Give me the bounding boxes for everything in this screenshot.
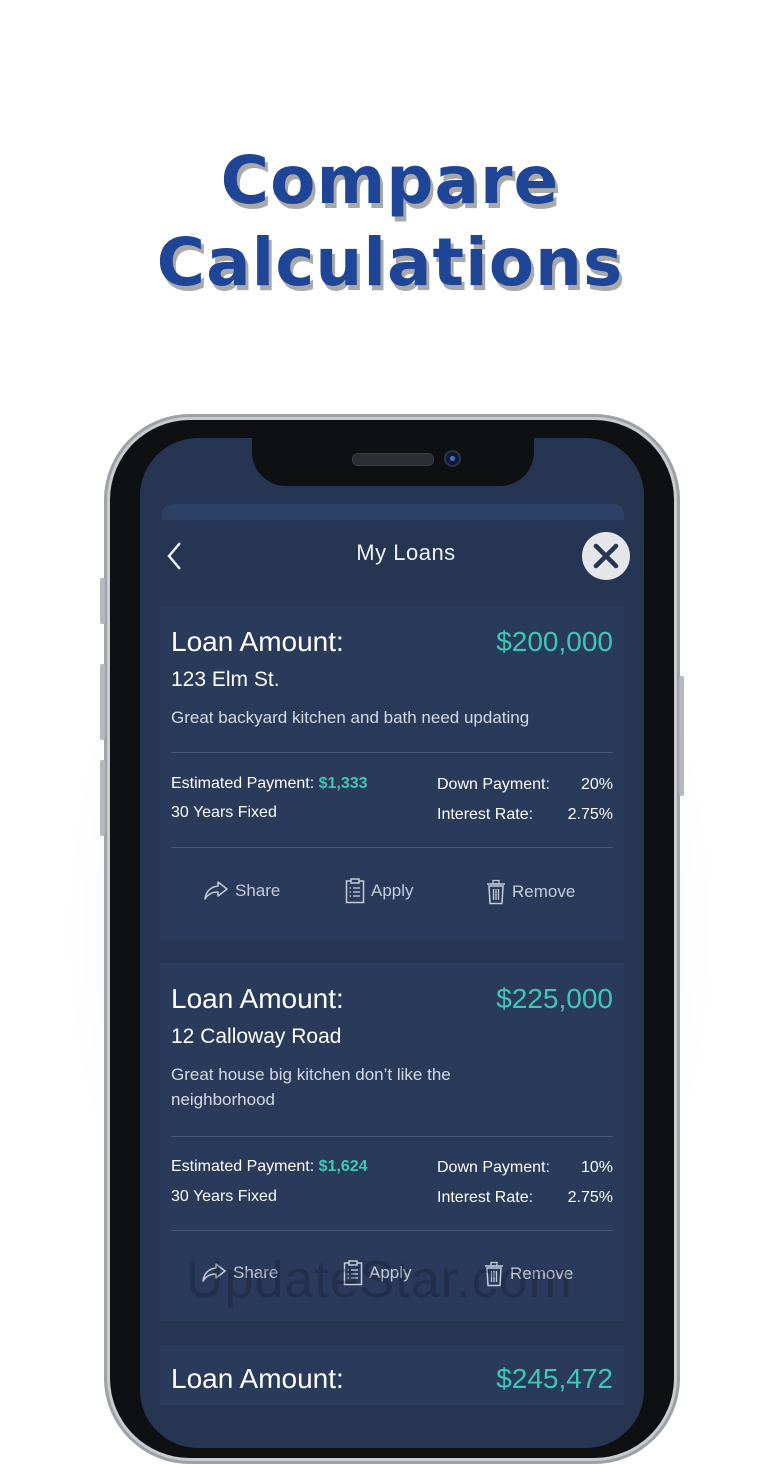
divider [171, 1136, 613, 1137]
interest-rate-label: Interest Rate: [437, 806, 534, 823]
loan-address: 123 Elm St. [171, 668, 280, 691]
loan-card[interactable]: Loan Amount: $245,472 [160, 1345, 624, 1405]
divider [171, 847, 613, 848]
interest-rate-label: Interest Rate: [437, 1189, 534, 1206]
headline: Compare Calculations [0, 140, 780, 304]
volume-up-button [100, 664, 105, 740]
loan-address: 12 Calloway Road [171, 1025, 342, 1048]
share-icon [204, 881, 228, 900]
estimated-payment-label: Estimated Payment: [171, 775, 315, 792]
divider [171, 752, 613, 753]
apply-label: Apply [371, 881, 414, 900]
loan-amount-label: Loan Amount: [171, 626, 344, 657]
remove-button[interactable]: Remove [486, 879, 575, 905]
trash-icon [487, 879, 505, 905]
loan-amount-value: $200,000 [496, 626, 613, 657]
back-button[interactable] [162, 538, 192, 574]
down-payment-value: 10% [580, 1159, 613, 1176]
header-strip [162, 504, 624, 520]
mute-switch [100, 578, 105, 624]
remove-label: Remove [512, 882, 576, 901]
down-payment-label: Down Payment: [437, 776, 550, 793]
loan-term: 30 Years Fixed [171, 1188, 277, 1205]
estimated-payment-value: $1,333 [318, 775, 368, 792]
estimated-payment-value: $1,624 [318, 1158, 368, 1175]
interest-rate-value: 2.75% [567, 806, 613, 823]
front-camera [444, 450, 461, 467]
loan-term: 30 Years Fixed [171, 804, 277, 821]
down-payment-label: Down Payment: [437, 1159, 550, 1176]
share-label: Share [235, 881, 281, 900]
headline-line-1: Compare [220, 142, 560, 219]
interest-rate-value: 2.75% [567, 1189, 613, 1206]
divider [171, 1230, 613, 1231]
close-button[interactable] [582, 532, 630, 580]
apply-button[interactable]: Apply [345, 878, 414, 904]
down-payment-value: 20% [580, 776, 613, 793]
headline-line-2: Calculations [156, 224, 624, 301]
loan-amount-value: $225,000 [496, 983, 613, 1014]
estimated-payment-label: Estimated Payment: [171, 1158, 315, 1175]
estimated-payment: Estimated Payment: $1,624 [171, 1158, 368, 1176]
loan-amount-label: Loan Amount: [171, 1363, 344, 1394]
loan-note: Great house big kitchen don’t like the n… [171, 1065, 451, 1109]
loan-amount-label: Loan Amount: [171, 983, 344, 1014]
clipboard-icon [345, 878, 365, 904]
loan-card[interactable]: Loan Amount: $200,000 123 Elm St. Great … [160, 606, 624, 940]
loan-note: Great backyard kitchen and bath need upd… [171, 708, 530, 727]
earpiece-speaker [352, 453, 434, 466]
power-button [679, 676, 684, 796]
watermark: UpdateStar.com [186, 1251, 573, 1309]
screen-title: My Loans [356, 540, 456, 565]
estimated-payment: Estimated Payment: $1,333 [171, 775, 368, 793]
share-button[interactable]: Share [203, 880, 280, 902]
close-icon [593, 543, 619, 569]
volume-down-button [100, 760, 105, 836]
chevron-left-icon [167, 542, 181, 570]
loan-amount-value: $245,472 [496, 1363, 613, 1394]
